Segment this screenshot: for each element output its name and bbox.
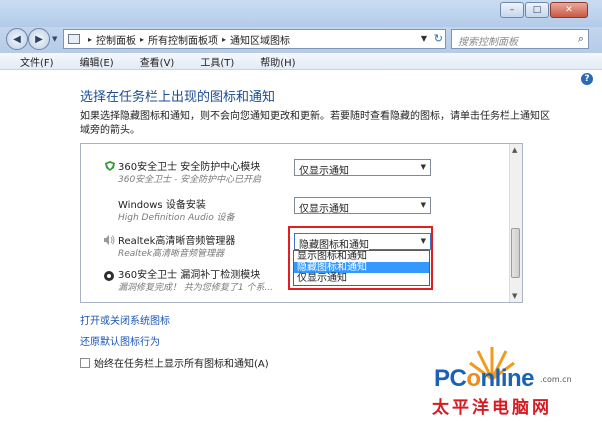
behavior-select[interactable]: 仅显示通知 ▼	[294, 159, 431, 177]
menu-bar: 文件(F) 编辑(E) 查看(V) 工具(T) 帮助(H)	[0, 53, 602, 70]
menu-tools[interactable]: 工具(T)	[180, 53, 240, 69]
scroll-up-icon[interactable]: ▲	[512, 146, 517, 154]
chevron-right-icon[interactable]: ▸	[222, 35, 226, 44]
item-description: 漏洞修复完成！ 共为您修复了1 个系...	[118, 283, 274, 293]
minimize-button[interactable]: –	[500, 2, 524, 18]
select-value: 仅显示通知	[299, 204, 349, 215]
title-bar: – □ ✕	[0, 0, 602, 27]
address-row: ◀ ▶ ▼ ▸ 控制面板 ▸ 所有控制面板项 ▸ 通知区域图标 ▼ ↻ 搜索控制…	[0, 27, 602, 53]
watermark-domain: .com.cn	[540, 375, 572, 384]
chevron-right-icon[interactable]: ▸	[88, 35, 92, 44]
help-icon[interactable]: ?	[581, 73, 593, 85]
logo-nline: nline	[480, 365, 535, 392]
breadcrumb-all-items[interactable]: 所有控制面板项	[148, 32, 218, 47]
search-input[interactable]: 搜索控制面板 ⌕	[451, 29, 589, 49]
item-description: High Definition Audio 设备	[118, 213, 235, 223]
chevron-down-icon[interactable]: ▼	[421, 201, 426, 209]
close-button[interactable]: ✕	[550, 2, 588, 18]
item-description: 360安全卫士 - 安全防护中心已开启	[118, 175, 262, 185]
menu-view[interactable]: 查看(V)	[120, 53, 181, 69]
logo-o: o	[466, 365, 481, 392]
forward-button[interactable]: ▶	[28, 28, 50, 50]
history-dropdown-icon[interactable]: ▼	[52, 35, 57, 43]
shield-360-icon	[105, 161, 115, 171]
logo-pc: PC	[434, 365, 467, 392]
list-item: 360安全卫士 安全防护中心模块 360安全卫士 - 安全防护中心已开启 仅显示…	[81, 156, 511, 192]
scroll-down-icon[interactable]: ▼	[512, 292, 517, 300]
window-controls: – □ ✕	[499, 2, 588, 18]
toggle-system-icons-link[interactable]: 打开或关闭系统图标	[80, 312, 170, 327]
item-description: Realtek高清晰音频管理器	[118, 249, 225, 259]
chevron-right-icon[interactable]: ▸	[140, 35, 144, 44]
maximize-button[interactable]: □	[525, 2, 549, 18]
back-button[interactable]: ◀	[6, 28, 28, 50]
checkbox-label: 始终在任务栏上显示所有图标和通知(A)	[94, 359, 269, 370]
checkbox-box[interactable]	[80, 357, 90, 368]
address-bar[interactable]: ▸ 控制面板 ▸ 所有控制面板项 ▸ 通知区域图标 ▼ ↻	[63, 29, 446, 49]
select-value: 仅显示通知	[299, 166, 349, 177]
speaker-icon	[104, 235, 115, 245]
page-description: 如果选择隐藏图标和通知，则不会向您通知更改和更新。若要随时查看隐藏的图标，请单击…	[80, 111, 550, 136]
menu-help[interactable]: 帮助(H)	[240, 53, 301, 69]
scroll-thumb[interactable]	[511, 228, 520, 278]
control-panel-icon	[68, 34, 80, 44]
item-name: Realtek高清晰音频管理器	[118, 236, 236, 247]
always-show-all-checkbox[interactable]: 始终在任务栏上显示所有图标和通知(A)	[80, 355, 269, 370]
item-name: 360安全卫士 漏洞补丁检测模块	[118, 270, 261, 281]
item-name: Windows 设备安装	[118, 200, 206, 211]
search-placeholder: 搜索控制面板	[458, 37, 518, 48]
watermark-chinese: 太平洋电脑网	[432, 398, 552, 418]
breadcrumb-notification-icons[interactable]: 通知区域图标	[230, 32, 290, 47]
chevron-down-icon[interactable]: ▼	[421, 163, 426, 171]
watermark-logo: PConline	[434, 365, 535, 393]
highlight-annotation	[288, 226, 433, 290]
breadcrumb-control-panel[interactable]: 控制面板	[96, 32, 136, 47]
behavior-select[interactable]: 仅显示通知 ▼	[294, 197, 431, 215]
search-icon[interactable]: ⌕	[578, 32, 584, 46]
menu-edit[interactable]: 编辑(E)	[60, 53, 120, 69]
item-name: 360安全卫士 安全防护中心模块	[118, 162, 261, 173]
list-scrollbar[interactable]: ▲ ▼	[509, 144, 522, 302]
refresh-icon[interactable]: ↻	[434, 32, 443, 45]
menu-file[interactable]: 文件(F)	[0, 53, 60, 69]
restore-default-link[interactable]: 还原默认图标行为	[80, 333, 160, 348]
address-dropdown-icon[interactable]: ▼	[421, 34, 427, 43]
pconline-watermark: PConline .com.cn 太平洋电脑网	[398, 335, 602, 422]
page-title: 选择在任务栏上出现的图标和通知	[80, 90, 276, 105]
list-item: Windows 设备安装 High Definition Audio 设备 仅显…	[81, 194, 511, 230]
patch-360-icon	[104, 271, 114, 281]
